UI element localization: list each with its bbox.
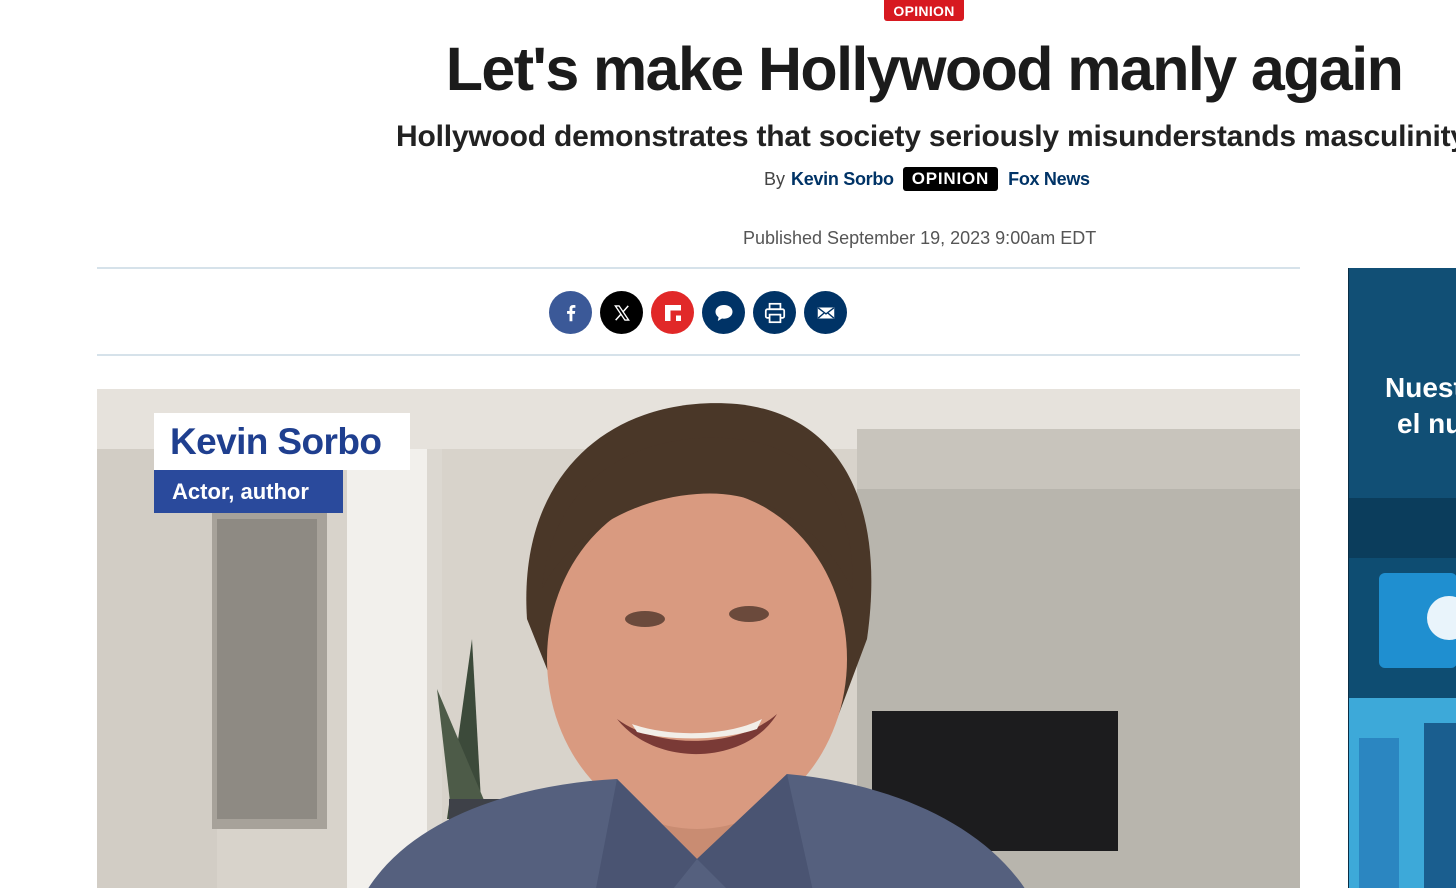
print-icon — [764, 302, 785, 323]
article-headline: Let's make Hollywood manly again — [445, 35, 1404, 103]
ad-line-2: el nu — [1397, 408, 1456, 439]
lower-third-title: Actor, author — [154, 470, 343, 513]
author-link[interactable]: Kevin Sorbo — [791, 169, 894, 190]
share-x-button[interactable] — [600, 291, 643, 334]
share-flipboard-button[interactable] — [651, 291, 694, 334]
opinion-tag: OPINION — [902, 167, 999, 191]
email-icon — [817, 306, 834, 319]
facebook-icon — [566, 304, 575, 321]
print-button[interactable] — [753, 291, 796, 334]
byline: By Kevin Sorbo OPINION Fox News — [764, 166, 1090, 192]
byline-prefix: By — [764, 168, 786, 189]
section-label-opinion[interactable]: OPINION — [884, 0, 964, 21]
sidebar-ad[interactable]: Nuest el nu — [1348, 268, 1456, 888]
comment-icon — [715, 304, 732, 321]
ad-headline: Nuest el nu — [1385, 370, 1456, 442]
x-icon — [613, 304, 630, 321]
ad-line-1: Nuest — [1385, 372, 1456, 403]
share-bar — [549, 291, 847, 334]
outlet-link[interactable]: Fox News — [1008, 169, 1090, 190]
flipboard-icon — [664, 304, 681, 321]
published-date: Published September 19, 2023 9:00am EDT — [743, 228, 1097, 248]
lower-third-name: Kevin Sorbo — [154, 413, 410, 470]
article-subheadline: Hollywood demonstrates that society seri… — [396, 120, 1456, 153]
ad-background-image — [1349, 268, 1456, 888]
lower-third: Kevin Sorbo Actor, author — [154, 413, 410, 513]
share-facebook-button[interactable] — [549, 291, 592, 334]
divider-top — [97, 267, 1300, 269]
comments-button[interactable] — [702, 291, 745, 334]
email-button[interactable] — [804, 291, 847, 334]
divider-bottom — [97, 354, 1300, 356]
